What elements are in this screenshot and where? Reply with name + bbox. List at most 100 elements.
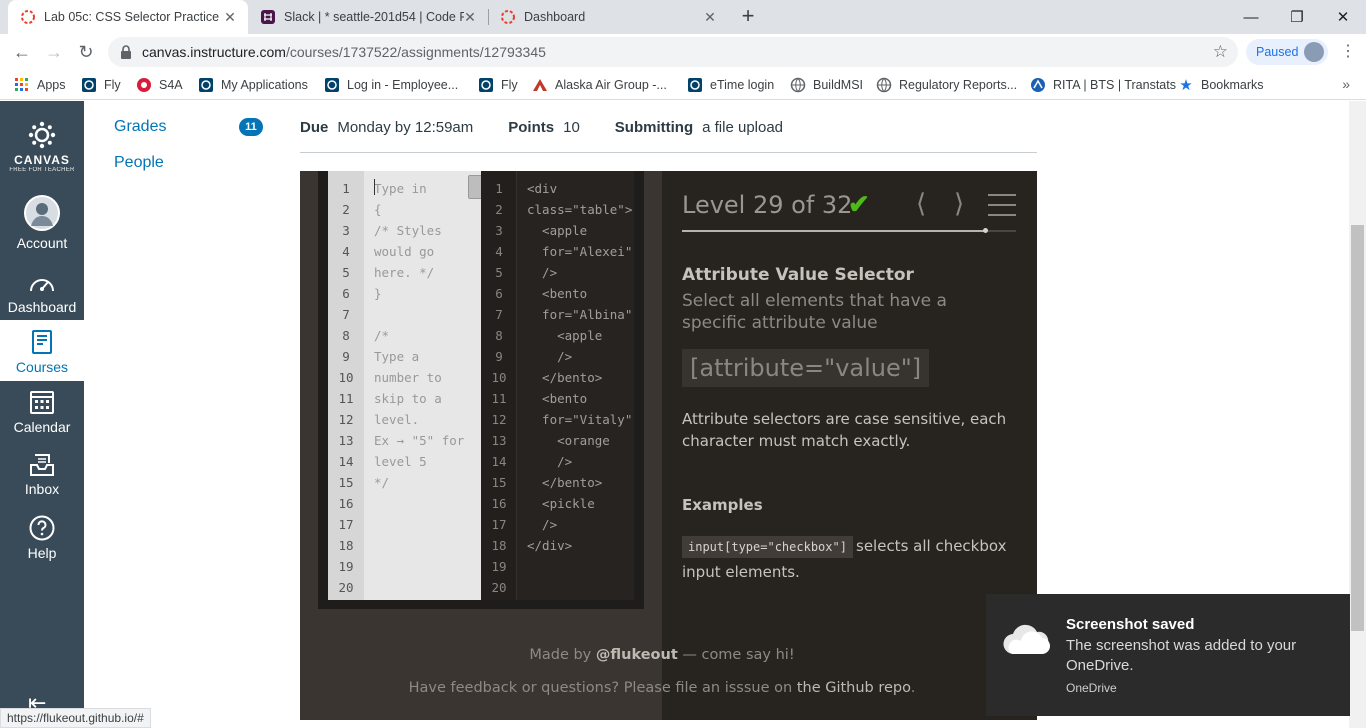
alaska-icon [687,77,703,93]
code-line: for="Alexei" [527,244,633,259]
logo-subtext: FREE FOR TEACHER [9,167,75,173]
bookmark-label: My Applications [221,78,308,92]
code-line: <orange [527,433,610,448]
submitting-label: Submitting [614,119,694,136]
line-number: 2 [342,202,350,217]
checkmark-icon: ✔ [848,189,870,219]
bookmark-label: RITA | BTS | Transtats [1053,78,1176,92]
address-bar[interactable]: canvas.instructure.com/courses/1737522/a… [108,37,1238,67]
line-number: 7 [495,307,503,322]
code-line: /* Styles [374,223,442,238]
feedback-line: Have feedback or questions? Please file … [300,680,1024,696]
browser-toolbar: ← → ↻ canvas.instructure.com/courses/173… [0,34,1366,70]
minimize-button[interactable]: — [1228,0,1274,34]
dashboard-icon [30,279,54,292]
course-nav-grades[interactable]: Grades [114,118,166,136]
page-scrollbar[interactable] [1349,101,1366,728]
notification-source: OneDrive [1066,681,1117,695]
level-title: Level 29 of 32 [682,191,853,219]
flukeout-game: 1 2 3 4 5 6 7 8 9 10 11 12 13 14 15 16 17 18 19 20 Type in{… [300,171,1037,720]
line-number: 13 [338,433,354,448]
bookmark-apps[interactable]: Apps [14,76,66,94]
nav-account[interactable]: Account [0,195,84,251]
code-line: level 5 [374,454,427,469]
restore-button[interactable]: ❐ [1274,0,1320,34]
screenshot-notification[interactable]: Screenshot saved The screenshot was adde… [986,594,1350,716]
credits-suffix: — come say hi! [682,647,795,663]
apps-grid-icon [14,77,30,93]
bookmark-regulatory-reports[interactable]: Regulatory Reports... [876,76,1017,94]
line-number: 13 [491,433,507,448]
example-code: input[type="checkbox"] [682,536,853,558]
bookmarks-bar: Apps Fly S4A My Applications Log in - Em… [0,70,1366,100]
level-progress-marker [983,228,988,233]
bookmark-my-applications[interactable]: My Applications [198,76,308,94]
help-icon [29,515,55,541]
bookmark-fly-2[interactable]: Fly [478,76,518,94]
bookmark-rita-bts[interactable]: RITA | BTS | Transtats [1030,76,1176,94]
code-line: <apple [527,223,588,238]
next-level-icon[interactable]: ⟩ [954,189,964,219]
level-menu-icon[interactable] [988,194,1016,224]
code-line: Type in [374,181,427,196]
line-number: 10 [338,370,354,385]
chevron-right-icon[interactable]: » [1342,76,1350,92]
canvas-logo[interactable]: CANVAS FREE FOR TEACHER [0,121,84,173]
close-tab-icon[interactable]: ✕ [702,9,718,25]
line-number: 8 [495,328,503,343]
tab-dashboard[interactable]: Dashboard ✕ [488,0,728,34]
notification-body: The screenshot was added to your OneDriv… [1066,637,1297,674]
url-host: canvas.instructure.com [142,44,286,60]
bookmark-fly[interactable]: Fly [81,76,121,94]
profile-paused-button[interactable]: Paused [1246,39,1328,65]
bookmark-buildmsi[interactable]: BuildMSI [790,76,863,94]
calendar-icon [30,391,54,414]
line-number: 16 [491,496,507,511]
css-line-numbers: 1 2 3 4 5 6 7 8 9 10 11 12 13 14 15 16 17 18 19 20 [328,171,364,600]
previous-level-icon[interactable]: ⟨ [916,189,926,219]
reload-button[interactable]: ↻ [74,40,98,64]
tab-lab-05c[interactable]: Lab 05c: CSS Selector Practice ✕ [8,0,248,34]
line-number: 6 [495,286,503,301]
code-line: /> [527,454,573,469]
line-number: 10 [491,370,507,385]
nav-help[interactable]: Help [0,515,84,561]
bookmark-bookmarks-folder[interactable]: ★ Bookmarks [1178,76,1263,94]
line-number: 1 [342,181,350,196]
nav-courses[interactable]: Courses [0,320,84,381]
author-link[interactable]: @flukeout [596,647,678,663]
back-button[interactable]: ← [10,40,34,64]
scrollbar-thumb[interactable] [1351,225,1364,631]
close-tab-icon[interactable]: ✕ [462,9,478,25]
code-line: for="Vitaly" [527,412,633,427]
browser-menu-icon[interactable]: ⋮ [1340,42,1356,62]
avatar-icon [24,195,60,231]
code-line: /> [527,265,558,280]
nav-calendar[interactable]: Calendar [0,389,84,435]
bookmark-star-icon[interactable]: ☆ [1213,42,1228,62]
bookmark-s4a[interactable]: S4A [136,76,183,94]
bookmark-etime-login[interactable]: eTime login [687,76,774,94]
forward-button[interactable]: → [42,40,66,64]
line-number: 5 [495,265,503,280]
css-editor[interactable]: 1 2 3 4 5 6 7 8 9 10 11 12 13 14 15 16 17 18 19 20 Type in{… [328,171,513,600]
nav-inbox[interactable]: Inbox [0,453,84,497]
github-repo-link[interactable]: the Github repo [797,680,911,696]
code-line: class="table"> [527,202,633,217]
line-number: 16 [338,496,354,511]
code-line: <bento [527,391,588,406]
course-nav-people[interactable]: People [114,154,164,172]
tab-slack[interactable]: Slack | * seattle-201d54 | Code Fe ✕ [248,0,488,34]
nav-label: Account [16,235,68,251]
nav-dashboard[interactable]: Dashboard [0,271,84,315]
due-label: Due [300,119,329,136]
new-tab-button[interactable]: + [736,5,760,29]
bookmark-label: Log in - Employee... [347,78,459,92]
close-window-button[interactable]: ✕ [1320,0,1366,34]
rita-icon [1030,77,1046,93]
bookmark-employee-login[interactable]: Log in - Employee... [324,76,458,94]
bookmark-alaska-air-group[interactable]: Alaska Air Group -... [532,76,667,94]
close-tab-icon[interactable]: ✕ [222,9,238,25]
logo-text: CANVAS [14,153,70,167]
bookmark-label: eTime login [710,78,775,92]
